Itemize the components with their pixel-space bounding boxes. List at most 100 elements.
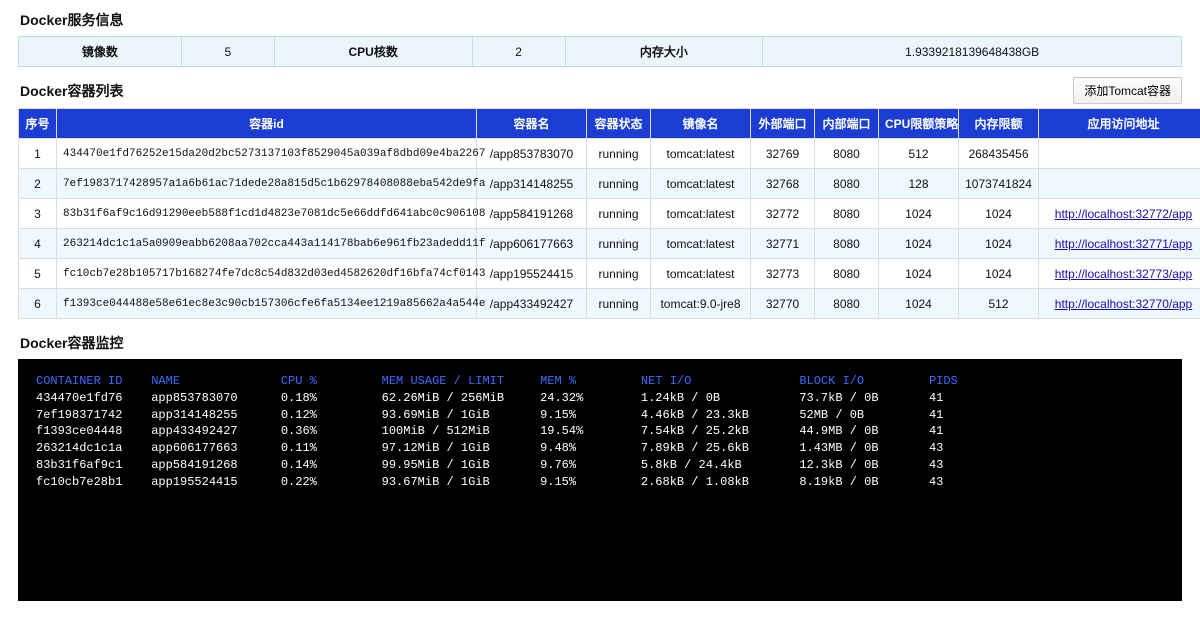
- table-cell: running: [587, 259, 651, 289]
- add-tomcat-button[interactable]: 添加Tomcat容器: [1073, 77, 1182, 104]
- container-col-1: 容器id: [57, 109, 477, 139]
- table-cell-url: http://localhost:32772/app: [1039, 199, 1200, 229]
- monitor-terminal: CONTAINER ID NAME CPU % MEM USAGE / LIMI…: [18, 359, 1182, 601]
- app-url-link[interactable]: http://localhost:32770/app: [1055, 297, 1192, 311]
- table-cell: 3: [19, 199, 57, 229]
- table-cell: 1073741824: [959, 169, 1039, 199]
- table-cell: 1024: [959, 199, 1039, 229]
- table-cell: 83b31f6af9c16d91290eeb588f1cd1d4823e7081…: [57, 199, 477, 229]
- info-label-cpu: CPU核数: [274, 37, 472, 67]
- table-cell-url: http://localhost:32771/app: [1039, 229, 1200, 259]
- table-cell: 268435456: [959, 139, 1039, 169]
- table-row: 27ef1983717428957a1a6b61ac71dede28a815d5…: [19, 169, 1200, 199]
- terminal-row: 434470e1fd76 app853783070 0.18% 62.26MiB…: [36, 390, 1164, 407]
- table-row: 6f1393ce044488e58e61ec8e3c90cb157306cfe6…: [19, 289, 1200, 319]
- info-value-cpu: 2: [472, 37, 565, 67]
- table-cell: 512: [959, 289, 1039, 319]
- table-cell-url: http://localhost:32773/app: [1039, 259, 1200, 289]
- table-row: 1434470e1fd76252e15da20d2bc5273137103f85…: [19, 139, 1200, 169]
- table-cell: 7ef1983717428957a1a6b61ac71dede28a815d5c…: [57, 169, 477, 199]
- table-cell: 32769: [751, 139, 815, 169]
- container-col-3: 容器状态: [587, 109, 651, 139]
- table-cell: 32773: [751, 259, 815, 289]
- table-cell: 1: [19, 139, 57, 169]
- monitor-title: Docker容器监控: [20, 333, 1182, 353]
- table-row: 5fc10cb7e28b105717b168274fe7dc8c54d832d0…: [19, 259, 1200, 289]
- table-cell: 1024: [879, 259, 959, 289]
- info-value-mem: 1.9339218139648438GB: [763, 37, 1182, 67]
- table-cell: /app606177663: [477, 229, 587, 259]
- table-cell: tomcat:9.0-jre8: [651, 289, 751, 319]
- table-cell: 32770: [751, 289, 815, 319]
- table-cell: 5: [19, 259, 57, 289]
- table-cell: running: [587, 139, 651, 169]
- table-cell: 1024: [959, 259, 1039, 289]
- table-cell: 1024: [959, 229, 1039, 259]
- container-col-2: 容器名: [477, 109, 587, 139]
- table-cell: tomcat:latest: [651, 259, 751, 289]
- terminal-row: 7ef198371742 app314148255 0.12% 93.69MiB…: [36, 407, 1164, 424]
- table-cell: 1024: [879, 229, 959, 259]
- table-row: 4263214dc1c1a5a0909eabb6208aa702cca443a1…: [19, 229, 1200, 259]
- table-cell: /app853783070: [477, 139, 587, 169]
- app-url-link[interactable]: http://localhost:32771/app: [1055, 237, 1192, 251]
- terminal-row: 263214dc1c1a app606177663 0.11% 97.12MiB…: [36, 440, 1164, 457]
- table-cell: 8080: [815, 169, 879, 199]
- table-cell: 32768: [751, 169, 815, 199]
- table-cell: 8080: [815, 259, 879, 289]
- container-table: 序号容器id容器名容器状态镜像名外部端口内部端口CPU限额策略内存限额应用访问地…: [18, 108, 1200, 319]
- table-cell: /app195524415: [477, 259, 587, 289]
- table-cell: /app584191268: [477, 199, 587, 229]
- info-label-images: 镜像数: [19, 37, 182, 67]
- table-cell: /app314148255: [477, 169, 587, 199]
- terminal-row: 83b31f6af9c1 app584191268 0.14% 99.95MiB…: [36, 457, 1164, 474]
- terminal-row: f1393ce04448 app433492427 0.36% 100MiB /…: [36, 423, 1164, 440]
- table-cell: /app433492427: [477, 289, 587, 319]
- container-col-9: 应用访问地址: [1039, 109, 1200, 139]
- info-value-images: 5: [181, 37, 274, 67]
- table-cell: tomcat:latest: [651, 229, 751, 259]
- table-cell: running: [587, 289, 651, 319]
- table-cell: 8080: [815, 229, 879, 259]
- container-list-title: Docker容器列表: [20, 81, 1073, 101]
- service-info-table: 镜像数 5 CPU核数 2 内存大小 1.9339218139648438GB: [18, 36, 1182, 67]
- table-cell: f1393ce044488e58e61ec8e3c90cb157306cfe6f…: [57, 289, 477, 319]
- table-cell: running: [587, 229, 651, 259]
- app-url-link[interactable]: http://localhost:32772/app: [1055, 207, 1192, 221]
- container-col-6: 内部端口: [815, 109, 879, 139]
- table-cell: 1024: [879, 289, 959, 319]
- table-cell: 8080: [815, 199, 879, 229]
- container-col-7: CPU限额策略: [879, 109, 959, 139]
- table-cell: tomcat:latest: [651, 169, 751, 199]
- table-cell: 4: [19, 229, 57, 259]
- container-col-5: 外部端口: [751, 109, 815, 139]
- table-cell: 434470e1fd76252e15da20d2bc5273137103f852…: [57, 139, 477, 169]
- table-cell: tomcat:latest: [651, 199, 751, 229]
- table-cell: 128: [879, 169, 959, 199]
- table-cell-url: http://localhost:32770/app: [1039, 289, 1200, 319]
- table-cell: 32771: [751, 229, 815, 259]
- table-cell: running: [587, 199, 651, 229]
- table-cell: 1024: [879, 199, 959, 229]
- table-cell: 2: [19, 169, 57, 199]
- table-cell: 263214dc1c1a5a0909eabb6208aa702cca443a11…: [57, 229, 477, 259]
- table-cell-url: [1039, 139, 1200, 169]
- info-label-mem: 内存大小: [565, 37, 763, 67]
- table-cell: tomcat:latest: [651, 139, 751, 169]
- table-row: 383b31f6af9c16d91290eeb588f1cd1d4823e708…: [19, 199, 1200, 229]
- table-cell: 8080: [815, 139, 879, 169]
- container-col-8: 内存限额: [959, 109, 1039, 139]
- terminal-header: CONTAINER ID NAME CPU % MEM USAGE / LIMI…: [36, 373, 1164, 390]
- table-cell: fc10cb7e28b105717b168274fe7dc8c54d832d03…: [57, 259, 477, 289]
- table-cell: 512: [879, 139, 959, 169]
- terminal-row: fc10cb7e28b1 app195524415 0.22% 93.67MiB…: [36, 474, 1164, 491]
- app-url-link[interactable]: http://localhost:32773/app: [1055, 267, 1192, 281]
- table-cell: running: [587, 169, 651, 199]
- service-info-title: Docker服务信息: [20, 10, 1182, 30]
- table-cell: 32772: [751, 199, 815, 229]
- container-col-0: 序号: [19, 109, 57, 139]
- container-col-4: 镜像名: [651, 109, 751, 139]
- table-cell: 8080: [815, 289, 879, 319]
- table-cell-url: [1039, 169, 1200, 199]
- table-cell: 6: [19, 289, 57, 319]
